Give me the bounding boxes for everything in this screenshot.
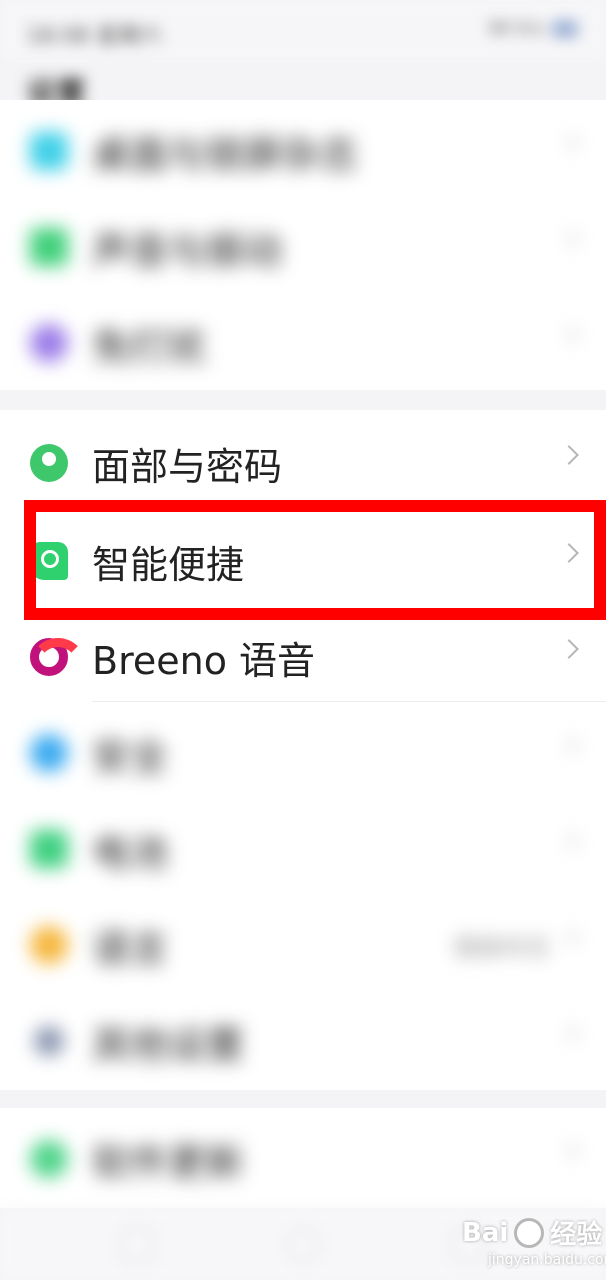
chevron-right-icon bbox=[559, 325, 579, 345]
face-icon bbox=[30, 444, 68, 482]
recent-apps-button[interactable] bbox=[120, 1228, 154, 1262]
chevron-right-icon bbox=[559, 639, 579, 659]
settings-group-security: 面部与密码 智能便捷 Breeno 语音 安全 电池 语言 简体中文 其他设置 bbox=[0, 410, 606, 1090]
watermark-text-2: 经验 bbox=[550, 1220, 603, 1250]
settings-item-language[interactable]: 语言 简体中文 bbox=[0, 894, 606, 990]
status-indicators: 88 K/s bbox=[488, 18, 578, 39]
settings-item-sound[interactable]: 声音与振动 bbox=[0, 196, 606, 292]
language-value: 简体中文 bbox=[454, 934, 550, 962]
settings-item-face-password[interactable]: 面部与密码 bbox=[0, 412, 606, 508]
settings-item-label: 桌面与锁屏杂志 bbox=[92, 133, 359, 177]
chevron-right-icon bbox=[559, 229, 579, 249]
settings-item-label: 免打扰 bbox=[92, 325, 207, 369]
chevron-right-icon bbox=[559, 1023, 579, 1043]
settings-item-security[interactable]: 安全 bbox=[0, 702, 606, 798]
shield-icon bbox=[30, 734, 68, 772]
home-button[interactable] bbox=[286, 1228, 320, 1262]
settings-item-label: 面部与密码 bbox=[92, 445, 283, 489]
watermark-url: jingyan.baidu.com bbox=[488, 1252, 606, 1268]
chevron-right-icon bbox=[559, 445, 579, 465]
chevron-right-icon bbox=[559, 1141, 579, 1161]
chevron-right-icon bbox=[559, 543, 579, 563]
settings-item-wallpaper[interactable]: 桌面与锁屏杂志 bbox=[0, 100, 606, 196]
more-settings-icon bbox=[34, 1026, 64, 1056]
settings-item-smart-assist[interactable]: 智能便捷 bbox=[0, 510, 606, 606]
breeno-icon bbox=[30, 638, 86, 676]
settings-group-system: 软件更新 bbox=[0, 1108, 606, 1208]
settings-item-label: Breeno 语音 bbox=[92, 639, 316, 683]
network-speed: 88 K/s bbox=[488, 18, 544, 39]
settings-item-do-not-disturb[interactable]: 免打扰 bbox=[0, 292, 606, 388]
chevron-right-icon bbox=[559, 133, 579, 153]
sound-icon bbox=[30, 228, 68, 266]
update-icon bbox=[30, 1140, 68, 1178]
chevron-right-icon bbox=[559, 927, 579, 947]
moon-icon bbox=[30, 324, 68, 362]
settings-item-software-update[interactable]: 软件更新 bbox=[0, 1108, 606, 1204]
status-time: 18:08 星期六 bbox=[26, 24, 163, 49]
battery-status-icon bbox=[552, 19, 578, 38]
settings-item-label: 电池 bbox=[92, 831, 169, 875]
watermark-text: Bai bbox=[462, 1217, 509, 1248]
settings-item-other-settings[interactable]: 其他设置 bbox=[0, 990, 606, 1086]
settings-item-label: 智能便捷 bbox=[92, 543, 245, 587]
divider bbox=[92, 507, 606, 508]
settings-item-battery[interactable]: 电池 bbox=[0, 798, 606, 894]
settings-item-breeno-voice[interactable]: Breeno 语音 bbox=[0, 606, 606, 702]
wallpaper-icon bbox=[30, 132, 68, 170]
settings-item-label: 声音与振动 bbox=[92, 229, 283, 273]
settings-item-label: 安全 bbox=[92, 735, 169, 779]
baidu-watermark: Bai 经验 bbox=[462, 1214, 602, 1251]
settings-item-label: 其他设置 bbox=[92, 1023, 245, 1067]
status-bar: 18:08 星期六 88 K/s bbox=[0, 0, 606, 60]
settings-group-display: 桌面与锁屏杂志 声音与振动 免打扰 bbox=[0, 100, 606, 390]
paw-logo-icon bbox=[514, 1217, 545, 1248]
settings-item-label: 软件更新 bbox=[92, 1141, 245, 1185]
chevron-right-icon bbox=[559, 735, 579, 755]
smart-assist-icon bbox=[30, 542, 68, 580]
battery-icon bbox=[30, 830, 68, 868]
settings-item-label: 语言 bbox=[92, 927, 169, 971]
language-icon bbox=[30, 926, 68, 964]
chevron-right-icon bbox=[559, 831, 579, 851]
